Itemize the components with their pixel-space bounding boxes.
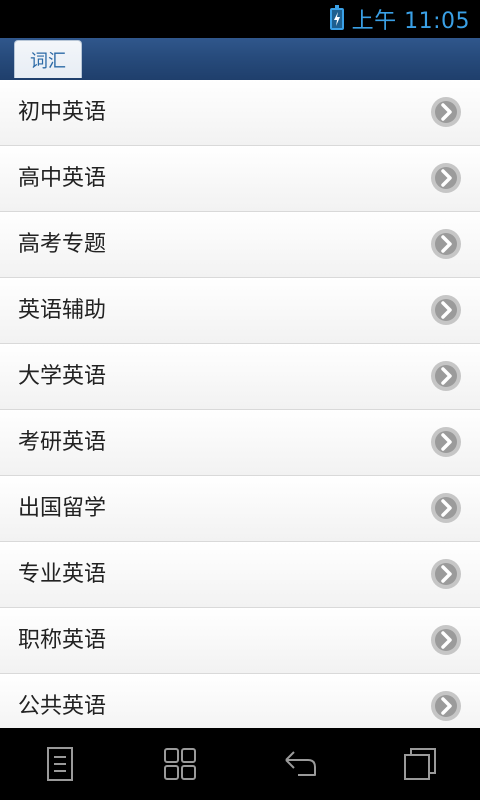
chevron-right-circle-icon: [431, 229, 461, 259]
list-item-label: 考研英语: [18, 430, 107, 455]
list-item-label: 专业英语: [18, 562, 107, 587]
list-item-public-english[interactable]: 公共英语: [0, 674, 480, 728]
list-item-senior-high-english[interactable]: 高中英语: [0, 146, 480, 212]
list-item-label: 英语辅助: [18, 298, 107, 323]
list-item-label: 公共英语: [18, 694, 107, 719]
status-bar: 上午 11:05: [0, 0, 480, 38]
chevron-right-circle-icon: [431, 559, 461, 589]
list-item-label: 初中英语: [18, 100, 107, 125]
category-list: 初中英语 高中英语 高考专题 英语辅助 大学英语 考研英语 出国留学 专业英语 …: [0, 80, 480, 728]
chevron-right-circle-icon: [431, 691, 461, 721]
list-item-label: 大学英语: [18, 364, 107, 389]
list-item-label: 出国留学: [18, 496, 107, 521]
chevron-right-circle-icon: [431, 361, 461, 391]
tab-bar: 词汇: [0, 38, 480, 81]
recent-apps-button[interactable]: [390, 734, 450, 794]
list-item-junior-high-english[interactable]: 初中英语: [0, 80, 480, 146]
back-button[interactable]: [270, 734, 330, 794]
home-button[interactable]: [150, 734, 210, 794]
status-right: 上午 11:05: [329, 0, 470, 38]
chevron-right-circle-icon: [431, 625, 461, 655]
tab-label: 词汇: [30, 50, 66, 72]
system-nav-bar: [0, 728, 480, 800]
chevron-right-circle-icon: [431, 295, 461, 325]
home-grid-icon: [164, 748, 196, 780]
battery-charging-icon: [329, 5, 344, 30]
list-item-title-english[interactable]: 职称英语: [0, 608, 480, 674]
recent-apps-icon: [404, 748, 436, 780]
list-item-postgraduate-english[interactable]: 考研英语: [0, 410, 480, 476]
menu-button[interactable]: [30, 734, 90, 794]
tab-vocabulary[interactable]: 词汇: [14, 40, 82, 78]
list-item-label: 高中英语: [18, 166, 107, 191]
list-item-professional-english[interactable]: 专业英语: [0, 542, 480, 608]
list-item-label: 职称英语: [18, 628, 107, 653]
list-item-college-english[interactable]: 大学英语: [0, 344, 480, 410]
list-item-study-abroad[interactable]: 出国留学: [0, 476, 480, 542]
list-item-english-aids[interactable]: 英语辅助: [0, 278, 480, 344]
chevron-right-circle-icon: [431, 427, 461, 457]
chevron-right-circle-icon: [431, 493, 461, 523]
list-item-gaokao-topics[interactable]: 高考专题: [0, 212, 480, 278]
list-item-label: 高考专题: [18, 232, 107, 257]
chevron-right-circle-icon: [431, 97, 461, 127]
chevron-right-circle-icon: [431, 163, 461, 193]
status-clock: 上午 11:05: [351, 9, 470, 34]
back-icon: [285, 751, 316, 776]
menu-icon: [47, 747, 73, 781]
